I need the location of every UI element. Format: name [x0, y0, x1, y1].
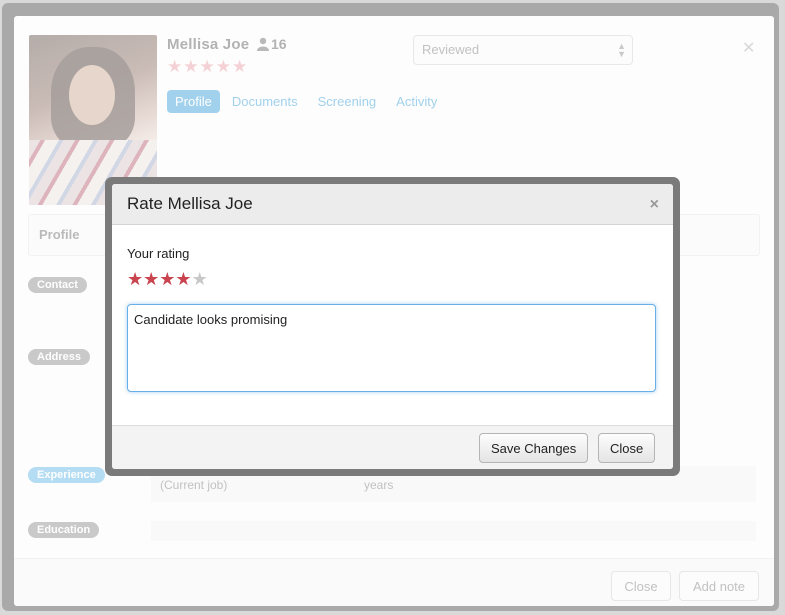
save-changes-button[interactable]: Save Changes: [479, 433, 589, 463]
education-label: Education: [28, 522, 100, 538]
years-text: years: [364, 478, 394, 492]
current-job-text: (Current job): [160, 478, 228, 492]
rating-note-input[interactable]: [127, 304, 656, 392]
close-icon[interactable]: ✕: [742, 38, 755, 58]
person-icon: [257, 37, 269, 51]
status-select[interactable]: Reviewed ▲ ▼: [413, 35, 633, 65]
star-icon: ★: [199, 57, 215, 76]
candidate-rating-stars[interactable]: ★ ★ ★ ★ ★: [167, 58, 247, 75]
footer-close-button[interactable]: Close: [611, 571, 671, 601]
rate-modal: Rate Mellisa Joe × Your rating ★★★★★ Sav…: [105, 177, 680, 476]
education-row: [151, 521, 756, 541]
rate-dialog: Rate Mellisa Joe × Your rating ★★★★★ Sav…: [112, 184, 673, 469]
candidate-tabs: Profile Documents Screening Activity: [167, 90, 445, 113]
candidate-name: Mellisa Joe: [167, 36, 250, 53]
panel-footer: Close Add note: [14, 558, 774, 606]
tab-activity[interactable]: Activity: [388, 90, 445, 113]
tab-screening[interactable]: Screening: [310, 90, 385, 113]
star-icon[interactable]: ★: [143, 270, 159, 288]
status-select-value: Reviewed: [422, 42, 480, 57]
star-icon[interactable]: ★: [159, 270, 175, 288]
star-icon: ★: [183, 57, 199, 76]
experience-label: Experience: [28, 467, 105, 483]
close-button[interactable]: Close: [598, 433, 656, 463]
candidate-count-value: 16: [271, 36, 287, 52]
select-arrows-icon: ▲ ▼: [617, 41, 626, 59]
address-label: Address: [28, 349, 91, 365]
star-icon[interactable]: ★: [127, 270, 143, 288]
dialog-footer: Save Changes Close: [112, 425, 673, 469]
rating-stars[interactable]: ★ ★ ★ ★ ★: [127, 270, 208, 288]
tab-profile[interactable]: Profile: [167, 90, 220, 113]
dialog-header: Rate Mellisa Joe ×: [112, 184, 673, 225]
star-icon[interactable]: ★: [175, 270, 191, 288]
add-note-button[interactable]: Add note: [679, 571, 759, 601]
star-icon[interactable]: ★: [192, 270, 208, 288]
star-icon: ★: [215, 57, 231, 76]
close-icon[interactable]: ×: [650, 197, 659, 213]
tab-documents[interactable]: Documents: [224, 90, 306, 113]
profile-section-title: Profile: [39, 227, 80, 242]
star-icon: ★: [232, 57, 248, 76]
star-icon: ★: [167, 57, 183, 76]
candidate-count: 16: [257, 36, 287, 52]
contact-label: Contact: [28, 277, 87, 293]
rating-label: Your rating: [127, 246, 190, 261]
dialog-title: Rate Mellisa Joe: [127, 194, 253, 213]
